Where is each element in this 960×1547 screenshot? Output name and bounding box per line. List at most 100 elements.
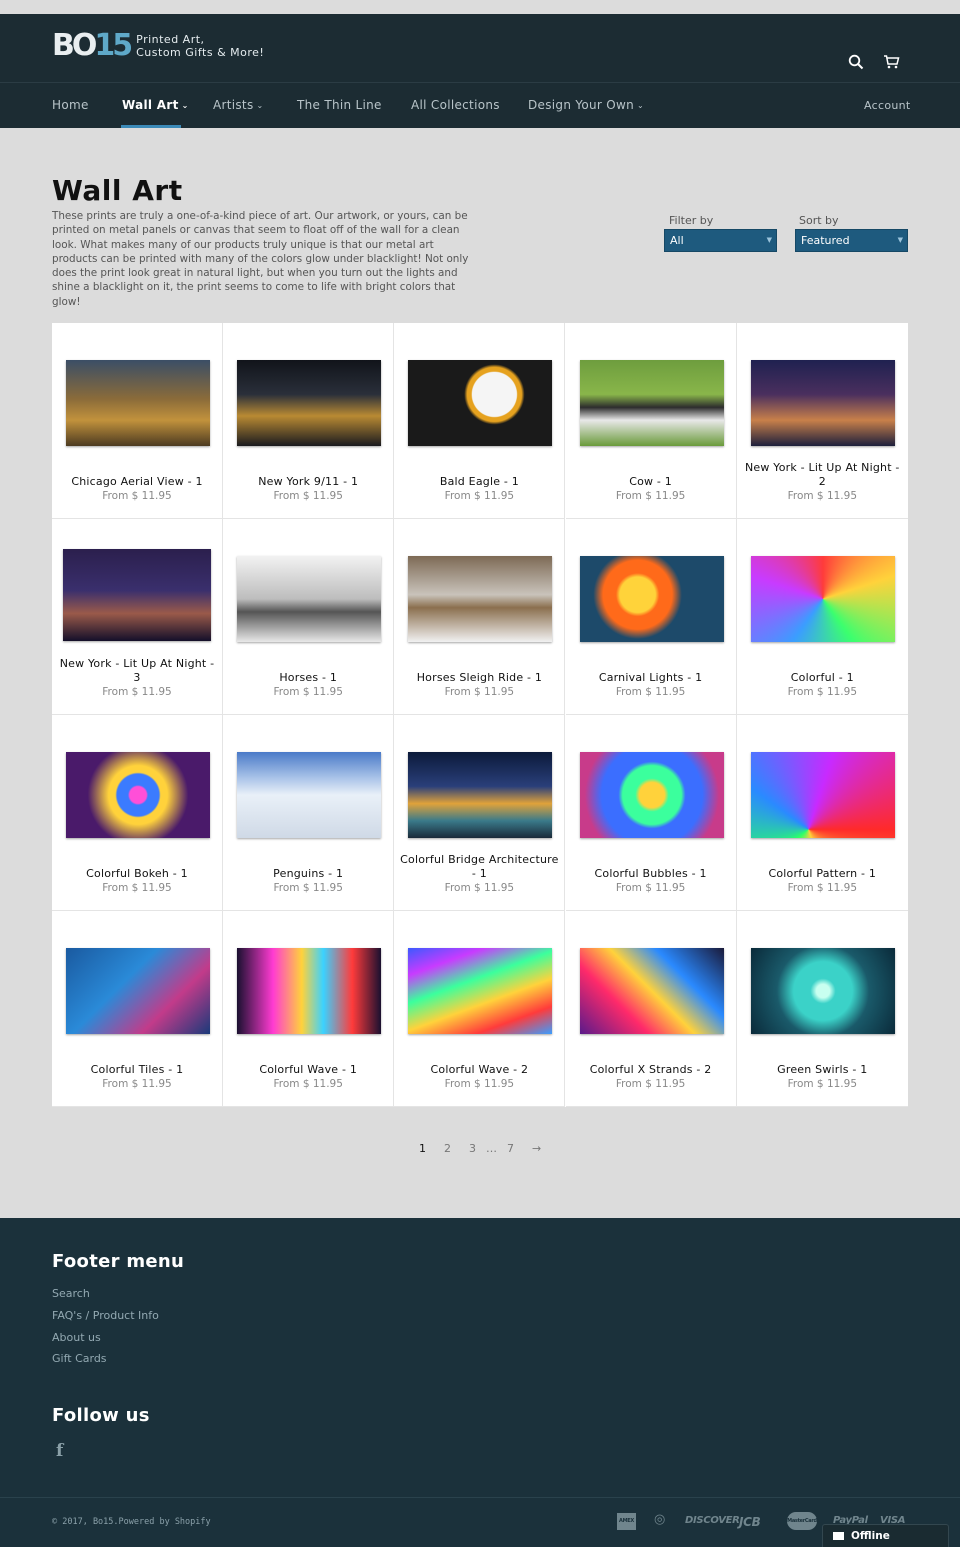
product-card[interactable]: Chicago Aerial View - 1 From $ 11.95 — [52, 323, 223, 519]
product-name[interactable]: Colorful X Strands - 2 — [570, 1063, 732, 1077]
product-price: From $ 11.95 — [615, 686, 686, 698]
product-image[interactable] — [66, 948, 210, 1034]
page-7[interactable]: 7 — [507, 1142, 514, 1155]
product-card[interactable]: Colorful Bubbles - 1 From $ 11.95 — [565, 715, 737, 911]
nav-wall-art[interactable]: Wall Art ⌄ — [122, 98, 189, 112]
product-image[interactable] — [579, 948, 724, 1034]
product-name[interactable]: Colorful Bokeh - 1 — [56, 867, 218, 881]
product-card[interactable]: Horses Sleigh Ride - 1 From $ 11.95 — [394, 519, 566, 715]
product-image[interactable] — [237, 948, 382, 1034]
product-card[interactable]: Penguins - 1 From $ 11.95 — [223, 715, 395, 911]
product-price: From $ 11.95 — [273, 686, 343, 698]
product-card[interactable]: Colorful Tiles - 1 From $ 11.95 — [52, 911, 223, 1107]
product-card[interactable]: Colorful Bokeh - 1 From $ 11.95 — [52, 715, 223, 911]
product-card[interactable]: Colorful Wave - 2 From $ 11.95 — [394, 911, 566, 1107]
product-name[interactable]: Colorful Pattern - 1 — [741, 867, 904, 881]
product-name[interactable]: Carnival Lights - 1 — [570, 671, 732, 685]
product-name[interactable]: Colorful Bridge Architecture - 1 — [398, 853, 560, 881]
product-card[interactable]: Colorful - 1 From $ 11.95 — [736, 519, 908, 715]
product-name[interactable]: New York 9/11 - 1 — [227, 475, 389, 489]
next-page-arrow-icon[interactable]: → — [532, 1142, 541, 1155]
product-image[interactable] — [237, 752, 382, 838]
footer-link-gift-cards[interactable]: Gift Cards — [52, 1352, 107, 1365]
product-card[interactable]: Colorful Wave - 1 From $ 11.95 — [223, 911, 395, 1107]
product-card[interactable]: Colorful Pattern - 1 From $ 11.95 — [736, 715, 908, 911]
nav-artists[interactable]: Artists ⌄ — [213, 98, 264, 112]
page-2[interactable]: 2 — [444, 1142, 451, 1155]
active-nav-indicator — [121, 125, 181, 128]
product-name[interactable]: Green Swirls - 1 — [741, 1063, 904, 1077]
nav-all-collections[interactable]: All Collections — [411, 98, 500, 112]
product-card[interactable]: New York 9/11 - 1 From $ 11.95 — [223, 323, 395, 519]
cart-icon[interactable] — [883, 54, 900, 70]
product-price: From $ 11.95 — [787, 882, 858, 894]
product-image[interactable] — [750, 752, 895, 838]
product-card[interactable]: Colorful X Strands - 2 From $ 11.95 — [565, 911, 737, 1107]
product-price: From $ 11.95 — [787, 1078, 858, 1090]
product-image[interactable] — [237, 556, 382, 642]
product-image[interactable] — [237, 360, 382, 446]
page-3[interactable]: 3 — [469, 1142, 476, 1155]
footer-link-faq[interactable]: FAQ's / Product Info — [52, 1309, 159, 1322]
product-card[interactable]: New York - Lit Up At Night - 2 From $ 11.… — [736, 323, 908, 519]
page-1[interactable]: 1 — [419, 1142, 426, 1155]
product-card[interactable]: Carnival Lights - 1 From $ 11.95 — [565, 519, 737, 715]
product-image[interactable] — [63, 549, 211, 641]
product-card[interactable]: Cow - 1 From $ 11.95 — [565, 323, 737, 519]
nav-design-your-own[interactable]: Design Your Own ⌄ — [528, 98, 644, 112]
product-name[interactable]: Colorful Wave - 2 — [398, 1063, 560, 1077]
product-name[interactable]: Chicago Aerial View - 1 — [56, 475, 218, 489]
product-image[interactable] — [750, 948, 895, 1034]
product-image[interactable] — [408, 752, 553, 838]
product-card[interactable]: Horses - 1 From $ 11.95 — [223, 519, 395, 715]
product-image[interactable] — [408, 948, 553, 1034]
nav-account[interactable]: Account — [864, 99, 911, 112]
product-card[interactable]: Colorful Bridge Architecture - 1 From $ 1… — [394, 715, 566, 911]
product-name[interactable]: Colorful Wave - 1 — [227, 1063, 389, 1077]
product-name[interactable]: Penguins - 1 — [227, 867, 389, 881]
product-name[interactable]: Bald Eagle - 1 — [398, 475, 560, 489]
product-image[interactable] — [750, 556, 895, 642]
footer-link-about[interactable]: About us — [52, 1331, 101, 1344]
product-name[interactable]: Horses - 1 — [227, 671, 389, 685]
product-image[interactable] — [408, 556, 553, 642]
footer-link-search[interactable]: Search — [52, 1287, 90, 1300]
product-image[interactable] — [750, 360, 895, 446]
sort-label: Sort by — [799, 214, 839, 227]
product-image[interactable] — [66, 360, 210, 446]
search-icon[interactable] — [848, 54, 864, 70]
product-name[interactable]: New York - Lit Up At Night - 3 — [56, 657, 218, 685]
product-price: From $ 11.95 — [102, 490, 172, 502]
product-card[interactable]: New York - Lit Up At Night - 3 From $ 11.… — [52, 519, 223, 715]
product-image[interactable] — [408, 360, 553, 446]
nav-the-thin-line[interactable]: The Thin Line — [297, 98, 382, 112]
page-ellipsis: … — [486, 1142, 497, 1155]
amex-icon: AMEX — [617, 1513, 636, 1530]
product-image[interactable] — [579, 752, 724, 838]
chat-widget[interactable]: Offline — [822, 1524, 949, 1547]
product-name[interactable]: New York - Lit Up At Night - 2 — [741, 461, 904, 489]
product-name[interactable]: Colorful Tiles - 1 — [56, 1063, 218, 1077]
product-image[interactable] — [579, 556, 724, 642]
product-image[interactable] — [66, 752, 210, 838]
product-price: From $ 11.95 — [273, 882, 343, 894]
product-name[interactable]: Cow - 1 — [570, 475, 732, 489]
site-logo[interactable]: BO15 Printed Art, Custom Gifts & More! — [52, 31, 264, 61]
product-name[interactable]: Colorful Bubbles - 1 — [570, 867, 732, 881]
product-price: From $ 11.95 — [444, 882, 515, 894]
product-card[interactable]: Green Swirls - 1 From $ 11.95 — [736, 911, 908, 1107]
logo-mark: BO15 — [52, 28, 133, 63]
facebook-icon[interactable]: f — [56, 1441, 63, 1461]
product-name[interactable]: Horses Sleigh Ride - 1 — [398, 671, 560, 685]
product-card[interactable]: Bald Eagle - 1 From $ 11.95 — [394, 323, 566, 519]
sort-select[interactable]: Featured ▼ — [795, 229, 908, 252]
product-name[interactable]: Colorful - 1 — [741, 671, 904, 685]
product-image[interactable] — [579, 360, 724, 446]
main-nav: Home Wall Art ⌄ Artists ⌄ The Thin Line Al… — [0, 82, 960, 128]
product-price: From $ 11.95 — [102, 686, 172, 698]
envelope-icon — [833, 1532, 844, 1540]
product-price: From $ 11.95 — [615, 1078, 686, 1090]
nav-home[interactable]: Home — [52, 98, 89, 112]
product-price: From $ 11.95 — [787, 686, 858, 698]
filter-select[interactable]: All ▼ — [664, 229, 777, 252]
